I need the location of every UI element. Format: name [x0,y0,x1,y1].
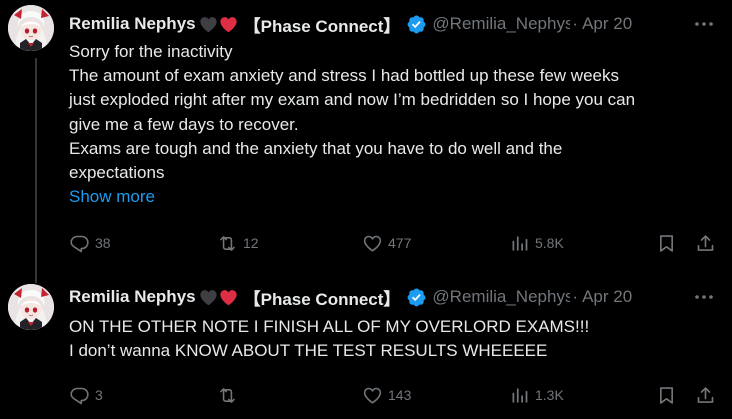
reply-count: 3 [95,387,103,403]
like-button[interactable]: 143 [362,384,411,406]
affiliation-label: 【Phase Connect】 [243,289,401,309]
repost-count: 12 [243,235,259,251]
red-heart-icon [219,16,238,33]
avatar-image [8,5,54,51]
separator-dot: · [572,287,579,306]
tweet-date[interactable]: Apr 20 [582,287,632,307]
views-count: 1.3K [535,387,564,403]
repost-icon [217,385,238,406]
reply-button[interactable]: 3 [69,384,103,406]
reply-button[interactable]: 38 [69,232,111,254]
tweet-text-line: give me a few days to recover. [69,114,299,134]
tweet-text-line: ON THE OTHER NOTE I FINISH ALL OF MY OVE… [69,317,590,336]
more-dots-icon[interactable] [694,289,714,305]
tweet-header: Remilia Nephys 【Phase Connect】 @Remilia_… [69,13,732,36]
like-heart-icon [362,233,383,254]
user-handle[interactable]: @Remilia_Nephys [432,14,570,34]
red-heart-icon [219,289,238,306]
share-icon [695,233,716,254]
like-count: 143 [388,387,412,403]
avatar-image [8,284,54,330]
tweet-date[interactable]: Apr 20 [582,14,632,34]
tweet-actions: 38 12 477 5.8K [69,232,724,254]
tweet-text-line: Exams are tough and the anxiety that you… [69,138,563,158]
avatar[interactable] [8,284,54,330]
tweet-text-line: I don’t wanna KNOW ABOUT THE TEST RESULT… [69,341,548,361]
tweet-text: ON THE OTHER NOTE I FINISH ALL OF MY OVE… [69,315,718,363]
display-name[interactable]: Remilia Nephys [69,287,196,307]
tweet-text-line: just exploded right after my exam and no… [69,90,636,110]
tweet-text: Sorry for the inactivity The amount of e… [69,40,718,209]
share-button[interactable] [695,384,716,406]
tweet-text-line: Sorry for the inactivity [69,42,233,61]
bookmark-icon [656,385,677,406]
black-heart-icon [199,16,218,33]
verified-badge-icon[interactable] [406,287,427,308]
display-name[interactable]: Remilia Nephys [69,14,196,34]
repost-button[interactable]: 12 [217,232,259,254]
like-heart-icon [362,385,383,406]
tweet[interactable]: Remilia Nephys 【Phase Connect】 @Remilia_… [0,268,732,419]
views-button[interactable]: 1.3K [509,384,564,406]
like-button[interactable]: 477 [362,232,411,254]
views-bar-chart-icon [509,233,530,254]
user-handle[interactable]: @Remilia_Nephys [432,287,570,307]
bookmark-icon [656,233,677,254]
tweet-text-line: The amount of exam anxiety and stress I … [69,66,619,86]
verified-badge-icon[interactable] [406,14,427,35]
tweet-text-line: expectations [69,163,165,183]
reply-icon [69,233,90,254]
more-dots-icon[interactable] [694,16,714,32]
thread-connector-line [35,58,37,283]
repost-icon [217,233,238,254]
reply-count: 38 [95,235,111,251]
black-heart-icon [199,289,218,306]
like-count: 477 [388,235,412,251]
repost-button[interactable] [217,384,243,406]
reply-icon [69,385,90,406]
affiliation-label: 【Phase Connect】 [243,16,401,36]
tweet-header: Remilia Nephys 【Phase Connect】 @Remilia_… [69,286,732,309]
views-button[interactable]: 5.8K [509,232,564,254]
separator-dot: · [572,14,579,33]
tweet[interactable]: Remilia Nephys 【Phase Connect】 @Remilia_… [0,0,732,283]
show-more-link[interactable]: Show more [69,185,718,209]
share-button[interactable] [695,232,716,254]
views-count: 5.8K [535,235,564,251]
tweet-actions: 3 143 1.3K [69,384,724,406]
bookmark-button[interactable] [656,232,677,254]
bookmark-button[interactable] [656,384,677,406]
avatar[interactable] [8,5,54,51]
views-bar-chart-icon [509,385,530,406]
share-icon [695,385,716,406]
